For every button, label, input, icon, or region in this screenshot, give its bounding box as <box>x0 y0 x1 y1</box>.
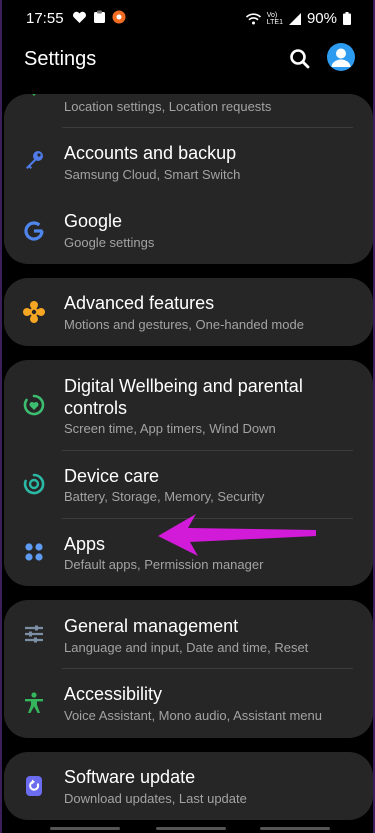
status-notification-icons <box>72 10 126 24</box>
accounts-and-backup-item[interactable]: Accounts and backup Samsung Cloud, Smart… <box>4 128 373 196</box>
person-icon <box>331 48 351 67</box>
google-title: Google <box>64 211 123 231</box>
clipboard-icon <box>94 10 105 23</box>
accessibility-title: Accessibility <box>64 684 163 704</box>
digital-wellbeing-title-line1: Digital Wellbeing and parental <box>64 376 303 396</box>
location-subtitle: Location settings, Location requests <box>64 99 272 114</box>
general-management-subtitle: Language and input, Date and time, Reset <box>64 640 309 655</box>
accounts-subtitle: Samsung Cloud, Smart Switch <box>64 167 241 182</box>
location-icon <box>32 94 36 96</box>
status-system-icons: Vo) LTE1 90% <box>245 10 351 27</box>
advanced-features-title: Advanced features <box>64 293 215 313</box>
sliders-icon <box>25 625 43 643</box>
device-care-subtitle: Battery, Storage, Memory, Security <box>64 489 265 504</box>
software-update-icon <box>26 776 42 796</box>
battery-percentage: 90% <box>306 10 337 27</box>
settings-card-general: General management Language and input, D… <box>4 600 373 738</box>
device-care-title: Device care <box>64 466 160 486</box>
digital-wellbeing-icon <box>23 394 45 416</box>
status-bar: 17:55 Vo) LTE1 90% <box>2 0 373 36</box>
accessibility-item[interactable]: Accessibility Voice Assistant, Mono audi… <box>4 669 373 738</box>
settings-card-advanced: Advanced features Motions and gestures, … <box>4 278 373 346</box>
accounts-title: Accounts and backup <box>64 143 237 163</box>
device-care-item[interactable]: Device care Battery, Storage, Memory, Se… <box>4 451 373 518</box>
advanced-features-item[interactable]: Advanced features Motions and gestures, … <box>4 278 373 346</box>
digital-wellbeing-item[interactable]: Digital Wellbeing and parental controls … <box>4 360 373 450</box>
software-update-title: Software update <box>64 767 196 787</box>
advanced-features-icon <box>23 301 45 323</box>
google-subtitle: Google settings <box>64 235 155 250</box>
heart-hands-icon <box>73 11 86 23</box>
google-icon <box>24 221 44 241</box>
google-item[interactable]: Google Google settings <box>4 196 373 264</box>
software-update-item[interactable]: Software update Download updates, Last u… <box>4 752 373 820</box>
key-icon <box>26 151 43 169</box>
device-care-icon <box>23 473 45 495</box>
apps-title: Apps <box>64 534 106 554</box>
apps-icon <box>25 543 43 561</box>
digital-wellbeing-subtitle: Screen time, App timers, Wind Down <box>64 421 276 436</box>
page-title: Settings <box>24 48 97 70</box>
app-header: Settings <box>2 40 373 80</box>
app-notification-icon <box>112 10 126 24</box>
battery-icon <box>343 12 351 25</box>
signal-icon <box>288 12 301 25</box>
home-indicator <box>2 827 373 833</box>
location-item[interactable]: Location settings, Location requests <box>4 94 373 126</box>
wifi-icon <box>245 12 261 24</box>
settings-card-accounts: Location settings, Location requests Acc… <box>4 94 373 264</box>
status-time: 17:55 <box>26 10 64 27</box>
apps-subtitle: Default apps, Permission manager <box>64 557 264 572</box>
volte-indicator: Vo) LTE1 <box>266 11 283 26</box>
software-update-subtitle: Download updates, Last update <box>64 791 247 806</box>
digital-wellbeing-title-line2: controls <box>64 398 128 418</box>
general-management-title: General management <box>64 616 239 636</box>
search-icon[interactable] <box>287 46 313 72</box>
account-avatar[interactable] <box>327 43 355 71</box>
general-management-item[interactable]: General management Language and input, D… <box>4 600 373 668</box>
advanced-features-subtitle: Motions and gestures, One-handed mode <box>64 317 304 332</box>
accessibility-icon <box>25 692 43 713</box>
settings-card-software: Software update Download updates, Last u… <box>4 752 373 820</box>
accessibility-subtitle: Voice Assistant, Mono audio, Assistant m… <box>64 708 322 723</box>
annotation-arrow-icon <box>158 514 316 556</box>
